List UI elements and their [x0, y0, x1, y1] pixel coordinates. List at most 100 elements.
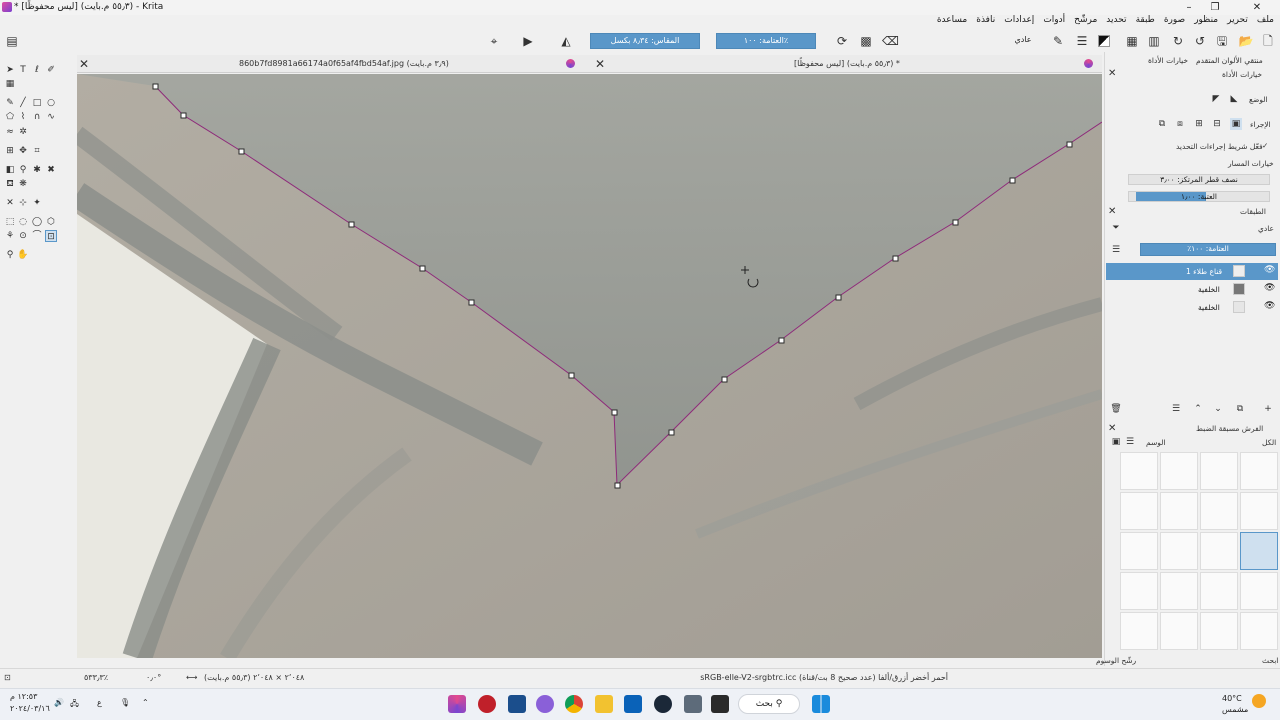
line-tool-icon[interactable]: ╱	[17, 97, 29, 109]
rect-select-tool-icon[interactable]: ⬚	[4, 216, 16, 228]
brush-preset[interactable]	[1200, 612, 1238, 650]
mirror-icon[interactable]: ◭	[558, 33, 574, 49]
save-icon[interactable]: 🖫	[1214, 33, 1230, 49]
menu-view[interactable]: منظور	[1194, 15, 1218, 29]
brush-preset-selected[interactable]	[1240, 532, 1278, 570]
presets-view-icon[interactable]: ▣	[1110, 436, 1122, 448]
filter-icon[interactable]: ⏷	[1110, 222, 1122, 234]
brush-preset[interactable]	[1240, 452, 1278, 490]
menu-settings[interactable]: إعدادات	[1004, 15, 1034, 29]
drawing-canvas[interactable]	[77, 74, 1102, 658]
menu-filter[interactable]: مرشّح	[1074, 15, 1097, 29]
docker-toggle-icon[interactable]: ▤	[4, 33, 20, 49]
chrome-taskbar-icon[interactable]	[565, 695, 583, 713]
menu-tools[interactable]: أدوات	[1043, 15, 1065, 29]
app-taskbar-icon[interactable]	[478, 695, 496, 713]
close-tab-2-icon[interactable]: ✕	[595, 57, 605, 71]
file-explorer-taskbar-icon[interactable]	[595, 695, 613, 713]
blend-mode-select[interactable]: عادي	[1000, 33, 1046, 49]
action-replace-icon[interactable]: ⧉	[1156, 118, 1168, 130]
color-sampler-tool-icon[interactable]: ⚲	[17, 164, 29, 176]
layers-tool-icon[interactable]: ▦	[4, 78, 16, 90]
similar-select-tool-icon[interactable]: ⊙	[17, 230, 29, 242]
close-layers-icon[interactable]: ✕	[1108, 206, 1116, 217]
menu-file[interactable]: ملف	[1257, 15, 1274, 29]
snipping-tool-taskbar-icon[interactable]	[684, 695, 702, 713]
status-fit-icon[interactable]: ⊡	[4, 673, 11, 682]
menu-window[interactable]: نافذة	[976, 15, 995, 29]
new-document-icon[interactable]: 🗋	[1260, 33, 1276, 49]
multibrush-tool-icon[interactable]: ✲	[17, 126, 29, 138]
presets-filter[interactable]: الكل	[1262, 438, 1276, 447]
freehand-path-tool-icon[interactable]: ∿	[45, 111, 57, 123]
crop-tool-icon[interactable]: ⌗	[31, 145, 43, 157]
contiguous-select-tool-icon[interactable]: ⚘	[4, 230, 16, 242]
layers-menu-icon[interactable]: ☰	[1110, 244, 1122, 256]
open-icon[interactable]: 📂	[1238, 33, 1254, 49]
polygon-select-tool-icon[interactable]: ⬡	[45, 216, 57, 228]
microphone-icon[interactable]: 🎙	[120, 698, 130, 707]
brush-preset[interactable]	[1160, 532, 1198, 570]
calligraphy-tool-icon[interactable]: ℓ	[31, 64, 43, 76]
lasso-select-tool-icon[interactable]: ◯	[31, 216, 43, 228]
close-tool-options-icon[interactable]: ✕	[1108, 68, 1116, 79]
zoom-tool-icon[interactable]: ⚲	[4, 249, 16, 261]
color-swatch-icon[interactable]	[1098, 35, 1110, 47]
presets-tag-select[interactable]: الوسم	[1146, 438, 1166, 447]
close-window-button[interactable]: ✕	[1244, 0, 1270, 15]
brush-preset[interactable]	[1120, 612, 1158, 650]
action-intersect-icon[interactable]: ⧈	[1174, 118, 1186, 130]
anchor-radius-slider[interactable]: نصف قطر المرتكز: ٣٫٠٠	[1128, 174, 1270, 185]
layer-opacity-slider[interactable]: العتامة: ١٠٠٪	[1140, 243, 1276, 256]
duplicate-layer-icon[interactable]: ⧉	[1234, 403, 1246, 415]
brush-preset[interactable]	[1160, 492, 1198, 530]
steam-app-taskbar-icon[interactable]	[654, 695, 672, 713]
brush-preset[interactable]	[1160, 452, 1198, 490]
transform-tool-icon[interactable]: ⊞	[4, 145, 16, 157]
brush-preset[interactable]	[1160, 612, 1198, 650]
add-layer-icon[interactable]: +	[1262, 403, 1274, 415]
task-view-icon[interactable]	[711, 695, 729, 713]
layer-properties-icon[interactable]: ☰	[1170, 403, 1182, 415]
input-language[interactable]: ع	[97, 698, 102, 707]
text-tool-icon[interactable]: T	[17, 64, 29, 76]
menu-edit[interactable]: تحرير	[1227, 15, 1248, 29]
show-action-bar-checkbox[interactable]: فعّل شريط إجراءات التحديد	[1176, 142, 1263, 151]
layer-row[interactable]: الخلفية 👁	[1106, 281, 1278, 298]
redo-icon[interactable]: ↻	[1170, 33, 1186, 49]
threshold-slider[interactable]: العتبة: ١٫٠٠	[1128, 191, 1270, 202]
tab-document-1[interactable]: 860b7fd8981a66174a0f65af4fbd54af.jpg (٣٫…	[239, 59, 449, 68]
gradient-tool-icon[interactable]: ◧	[4, 164, 16, 176]
brush-preset[interactable]	[1240, 572, 1278, 610]
smart-patch-tool-icon[interactable]: ✖	[45, 164, 57, 176]
undo-icon[interactable]: ↺	[1192, 33, 1208, 49]
tab-tool-options[interactable]: خيارات الأداة	[1148, 56, 1188, 65]
colorize-mask-tool-icon[interactable]: ✱	[31, 164, 43, 176]
mode-vector-icon[interactable]: ◣	[1228, 93, 1240, 105]
brush-preset-icon[interactable]: ✎	[1050, 33, 1066, 49]
bezier-tool-icon[interactable]: ∩	[31, 111, 43, 123]
menu-select[interactable]: تحديد	[1106, 15, 1126, 29]
reload-icon[interactable]: ⟳	[834, 33, 850, 49]
weather-sun-icon[interactable]	[1252, 694, 1266, 708]
brush-preset[interactable]	[1200, 492, 1238, 530]
polygon-tool-icon[interactable]: ⬠	[4, 111, 16, 123]
edit-shapes-tool-icon[interactable]: ✐	[45, 64, 57, 76]
volume-icon[interactable]: 🔊	[54, 698, 64, 707]
discord-taskbar-icon[interactable]	[536, 695, 554, 713]
menu-image[interactable]: صورة	[1164, 15, 1185, 29]
eraser-icon[interactable]: ⌫	[882, 33, 899, 49]
network-icon[interactable]: 🖧	[70, 698, 79, 712]
menu-layer[interactable]: طبقة	[1136, 15, 1155, 29]
transform-icon[interactable]: ⌖	[486, 33, 502, 49]
brush-settings-icon[interactable]: ☰	[1074, 33, 1090, 49]
tab-document-2[interactable]: [ليس محفوظًا] (٥٥٫٣ م.بايت) *	[794, 59, 900, 68]
minimize-button[interactable]: –	[1176, 0, 1202, 15]
tray-overflow-icon[interactable]: ⌃	[142, 698, 149, 707]
magnetic-select-tool-icon[interactable]: ⊡	[45, 230, 57, 242]
visibility-eye-icon[interactable]: 👁	[1264, 283, 1275, 293]
close-tab-1-icon[interactable]: ✕	[79, 57, 89, 71]
action-add-icon[interactable]: ⊞	[1193, 118, 1205, 130]
brush-preset[interactable]	[1160, 572, 1198, 610]
ellipse-tool-icon[interactable]: ○	[45, 97, 57, 109]
